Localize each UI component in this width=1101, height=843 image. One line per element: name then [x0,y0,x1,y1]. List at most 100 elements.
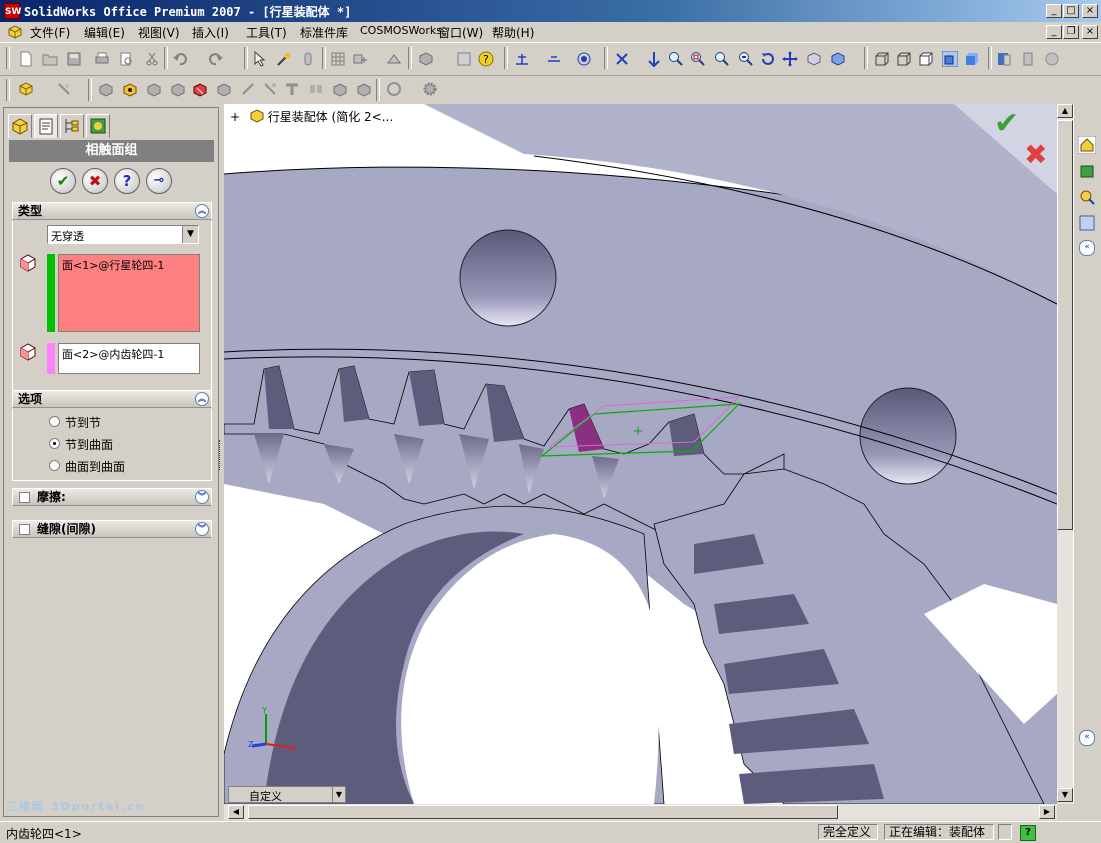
cancel-button[interactable]: ✖ [82,168,108,194]
collapse-up-icon[interactable]: ︽ [195,392,209,406]
collapse-pane-icon[interactable]: « [1079,730,1095,746]
rebuild-icon[interactable] [276,51,292,67]
interference-detection-icon[interactable] [170,81,186,97]
type-select[interactable]: 无穿透 ▼ [47,225,199,244]
zoom-in-out-icon[interactable] [714,51,730,67]
menu-help[interactable]: 帮助(H) [492,24,534,41]
open-folder-icon[interactable] [42,51,58,67]
rotate-component-icon[interactable] [122,81,138,97]
gear-settings-icon[interactable] [422,81,438,97]
grid-icon[interactable] [330,51,346,67]
zoom-fit-icon[interactable] [668,51,684,67]
scroll-down-button[interactable]: ▼ [1057,788,1073,802]
exploded-view-icon[interactable] [146,81,162,97]
component-cube-icon[interactable] [418,51,434,67]
feature-breadcrumb[interactable]: + 行星装配体 (简化 2<... [230,108,393,125]
save-icon[interactable] [66,51,82,67]
target-icon[interactable] [576,51,592,67]
standard-views-icon[interactable] [646,51,662,67]
print-icon[interactable] [94,51,110,67]
physical-dynamics-icon[interactable] [192,81,208,97]
insert-component-icon[interactable] [352,51,368,67]
tab-property-manager[interactable] [34,114,58,138]
change-transparency-icon[interactable] [240,81,256,97]
quick-tips-help-icon[interactable]: ? [1020,825,1036,841]
cut-icon[interactable] [144,51,160,67]
expand-down-icon[interactable]: ︾ [195,490,209,504]
reference-plane-icon[interactable] [514,51,530,67]
doc-restore-button[interactable]: ❐ [1063,25,1079,39]
print-preview-icon[interactable] [118,51,134,67]
zoom-selection-icon[interactable] [738,51,754,67]
mirror-components-icon[interactable] [308,81,324,97]
expand-down-icon[interactable]: ︾ [195,522,209,536]
redo-icon[interactable] [208,51,224,67]
zoom-area-icon[interactable] [690,51,706,67]
menu-view[interactable]: 视图(V) [138,24,180,41]
doc-minimize-button[interactable]: _ [1046,25,1062,39]
menu-window[interactable]: 窗口(W) [438,24,483,41]
face2-item[interactable]: 面<2>@内齿轮四-1 [62,348,164,361]
face1-selection-box[interactable]: 面<1>@行星轮四-1 [58,254,200,332]
solidworks-app-icon[interactable]: SW [4,3,21,19]
design-library-icon[interactable] [1078,162,1096,180]
menu-toolbox[interactable]: 标准件库 [300,24,348,41]
friction-group-header[interactable]: 摩擦: ︾ [12,488,212,506]
smart-fasteners-icon[interactable] [56,81,72,97]
home-icon[interactable] [1078,136,1096,154]
options-group-header[interactable]: 选项 ︽ [12,390,212,408]
radio-surface-to-surface[interactable] [49,460,60,471]
smart-mates-icon[interactable] [386,81,402,97]
doc-close-button[interactable]: × [1082,25,1098,39]
shaded-with-edges-icon[interactable] [942,51,958,67]
clearance-group-header[interactable]: 缝隙(间隙) ︾ [12,520,212,538]
configuration-tab[interactable]: 自定义 ▼ [228,786,346,803]
wireframe-icon[interactable] [874,51,890,67]
hide-show-icon[interactable] [216,81,232,97]
gear-assembly-model[interactable] [224,104,1057,804]
face1-item[interactable]: 面<1>@行星轮四-1 [62,259,164,272]
radio-pitch-to-surface[interactable] [49,438,60,449]
menu-file[interactable]: 文件(F) [30,24,70,41]
dropdown-arrow-icon[interactable]: ▼ [182,226,198,243]
document-icon[interactable] [7,24,23,40]
tab-configuration-manager[interactable] [60,114,84,138]
hidden-lines-removed-icon[interactable] [918,51,934,67]
new-document-icon[interactable] [18,51,34,67]
pin-button[interactable]: ⊸ [146,168,172,194]
previous-view-icon[interactable] [614,51,630,67]
vertical-scroll-thumb[interactable] [1057,120,1073,530]
minimize-button[interactable]: _ [1046,4,1062,18]
view-palette-icon[interactable] [1078,214,1096,232]
breadcrumb-text[interactable]: 行星装配体 (简化 2<... [268,110,393,124]
assembly-features-icon[interactable] [332,81,348,97]
axis-icon[interactable] [546,51,562,67]
help-question-icon[interactable]: ? [478,51,494,67]
friction-checkbox[interactable] [19,492,30,503]
bom-icon[interactable] [456,51,472,67]
face2-selection-box[interactable]: 面<2>@内齿轮四-1 [58,343,200,374]
collapse-up-icon[interactable]: ︽ [195,204,209,218]
options-icon[interactable] [300,51,316,67]
confirm-ok-icon[interactable]: ✔ [994,106,1019,141]
shadows-icon[interactable] [1020,51,1036,67]
tab-cosmosworks[interactable] [86,114,110,138]
undo-icon[interactable] [172,51,188,67]
menu-edit[interactable]: 编辑(E) [84,24,125,41]
section-view-icon[interactable] [996,51,1012,67]
select-arrow-icon[interactable] [252,51,268,67]
graphics-area[interactable]: + 行星装配体 (简化 2<... ✔ ✖ Y X Z [224,104,1057,804]
clearance-checkbox[interactable] [19,524,30,535]
menu-insert[interactable]: 插入(I) [192,24,229,41]
scroll-right-button[interactable]: ▶ [1039,805,1055,819]
file-explorer-icon[interactable] [1078,188,1096,206]
option-label-pitch-to-pitch[interactable]: 节到节 [65,414,101,431]
feature-driven-pattern-icon[interactable] [284,81,300,97]
expand-pane-icon[interactable]: « [1079,240,1095,256]
vertical-scrollbar[interactable]: ▲ ▼ [1057,104,1073,804]
tab-feature-manager[interactable] [8,114,32,138]
scroll-up-button[interactable]: ▲ [1057,104,1073,118]
simulation-toolbar-icon[interactable] [262,81,278,97]
confirm-cancel-icon[interactable]: ✖ [1024,138,1047,171]
horizontal-scroll-thumb[interactable] [248,805,838,819]
